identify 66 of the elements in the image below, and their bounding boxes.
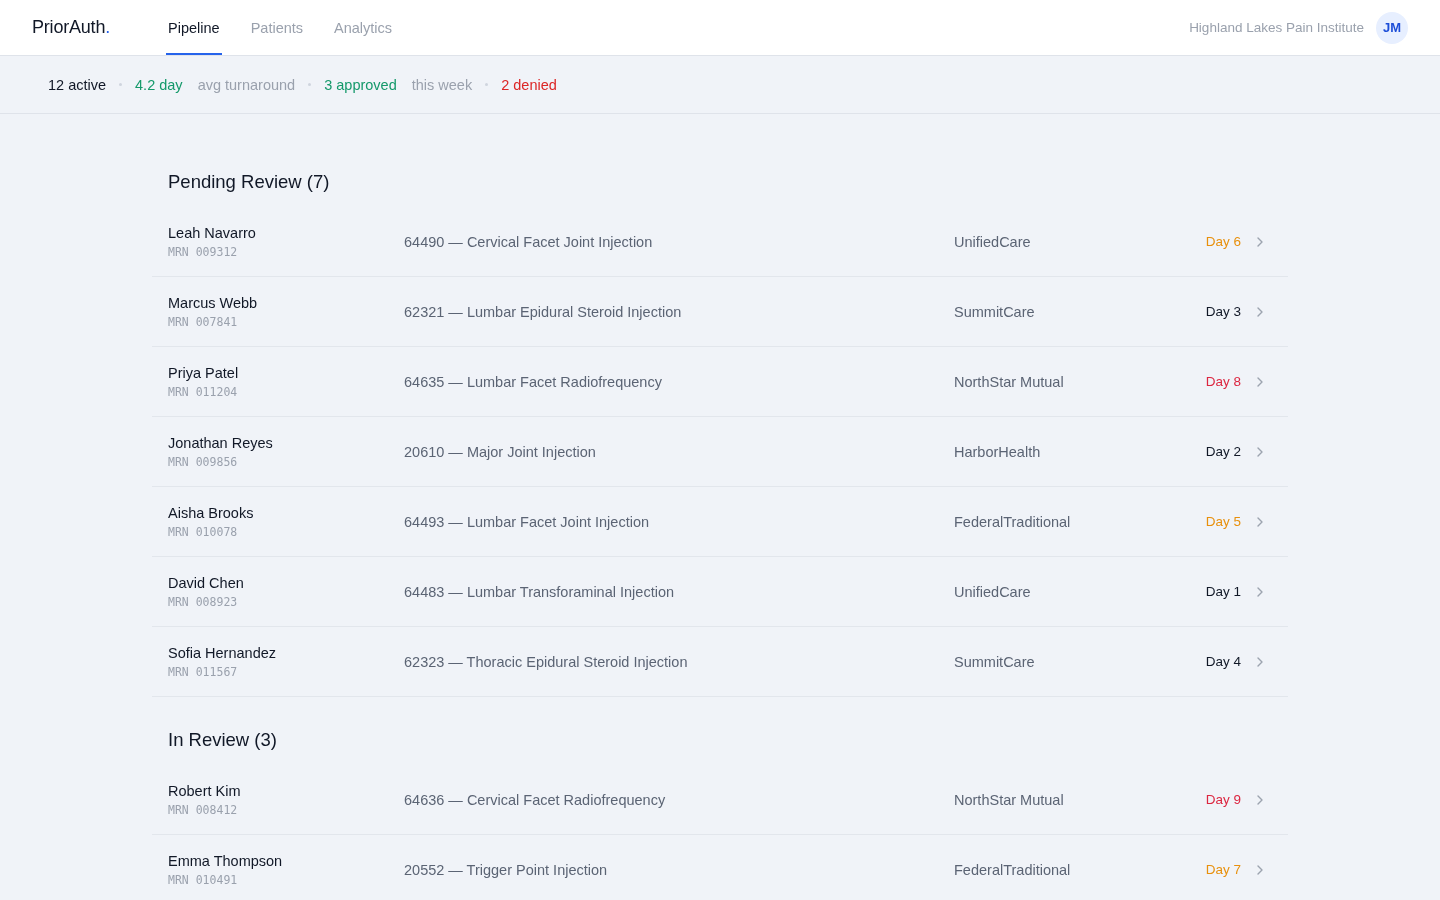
day-count: Day 9 [1205, 792, 1241, 807]
stat-label: this week [411, 76, 473, 93]
section-title: Pending Review (7) [167, 170, 331, 194]
organization-name: Highland Lakes Pain Institute [1189, 20, 1364, 35]
payer-name: NorthStar Mutual [954, 791, 1065, 808]
patient-name: David Chen [168, 573, 245, 592]
section-title: In Review (3) [167, 728, 278, 752]
procedure-text: 62323 — Thoracic Epidural Steroid Injection [404, 653, 689, 670]
chevron-right-icon[interactable] [1257, 864, 1263, 875]
mrn-number: MRN 011567 [168, 664, 239, 680]
payer-name: SummitCare [954, 653, 1036, 670]
chevron-right-icon[interactable] [1257, 586, 1263, 597]
chevron-right-icon[interactable] [1257, 446, 1263, 457]
procedure-text: 64493 — Lumbar Facet Joint Injection [404, 513, 651, 530]
chevron-right-icon[interactable] [1257, 794, 1263, 805]
stat-value: 2 denied [501, 76, 557, 93]
day-count: Day 7 [1205, 862, 1241, 877]
chevron-right-icon[interactable] [1257, 306, 1263, 317]
stat-value: 3 approved [324, 76, 397, 93]
payer-name: FederalTraditional [954, 513, 1072, 530]
mrn-number: MRN 009856 [168, 454, 239, 470]
procedure-text: 64635 — Lumbar Facet Radiofrequency [404, 373, 663, 390]
patient-name: Leah Navarro [168, 223, 257, 242]
procedure-text: 64636 — Cervical Facet Radiofrequency [404, 791, 667, 808]
payer-name: FederalTraditional [954, 861, 1072, 878]
patient-name: Emma Thompson [168, 851, 284, 870]
stat-value: 12 active [48, 76, 107, 93]
stat-value: 4.2 day [135, 76, 183, 93]
nav-tab[interactable]: Pipeline [166, 0, 222, 55]
day-count: Day 2 [1205, 444, 1241, 459]
chevron-right-icon[interactable] [1257, 656, 1263, 667]
mrn-number: MRN 008412 [168, 802, 239, 818]
payer-name: UnifiedCare [954, 233, 1032, 250]
mrn-number: MRN 011204 [168, 384, 239, 400]
mrn-number: MRN 010078 [168, 524, 239, 540]
procedure-text: 20552 — Trigger Point Injection [404, 861, 609, 878]
chevron-right-icon[interactable] [1257, 236, 1263, 247]
chevron-right-icon[interactable] [1257, 376, 1263, 387]
patient-name: Jonathan Reyes [168, 433, 274, 452]
day-count: Day 4 [1205, 654, 1241, 669]
payer-name: SummitCare [954, 303, 1036, 320]
procedure-text: 64490 — Cervical Facet Joint Injection [404, 233, 654, 250]
stat-label: avg turnaround [197, 76, 296, 93]
brand-logo: PriorAuth. [32, 17, 111, 38]
procedure-text: 62321 — Lumbar Epidural Steroid Injection [404, 303, 683, 320]
payer-name: UnifiedCare [954, 583, 1032, 600]
procedure-text: 64483 — Lumbar Transforaminal Injection [404, 583, 675, 600]
day-count: Day 5 [1205, 514, 1241, 529]
patient-name: Aisha Brooks [168, 503, 255, 522]
patient-name: Priya Patel [168, 363, 240, 382]
chevron-right-icon[interactable] [1257, 516, 1263, 527]
day-count: Day 8 [1205, 374, 1241, 389]
day-count: Day 1 [1205, 584, 1241, 599]
day-count: Day 6 [1205, 234, 1241, 249]
day-count: Day 3 [1205, 304, 1241, 319]
mrn-number: MRN 010491 [168, 872, 239, 888]
patient-name: Sofia Hernandez [168, 643, 277, 662]
patient-name: Marcus Webb [168, 293, 259, 312]
mrn-number: MRN 008923 [168, 594, 239, 610]
payer-name: HarborHealth [954, 443, 1042, 460]
payer-name: NorthStar Mutual [954, 373, 1065, 390]
mrn-number: MRN 009312 [168, 244, 239, 260]
patient-name: Robert Kim [168, 781, 242, 800]
procedure-text: 20610 — Major Joint Injection [404, 443, 597, 460]
mrn-number: MRN 007841 [168, 314, 239, 330]
user-avatar[interactable]: JM [1376, 11, 1408, 44]
